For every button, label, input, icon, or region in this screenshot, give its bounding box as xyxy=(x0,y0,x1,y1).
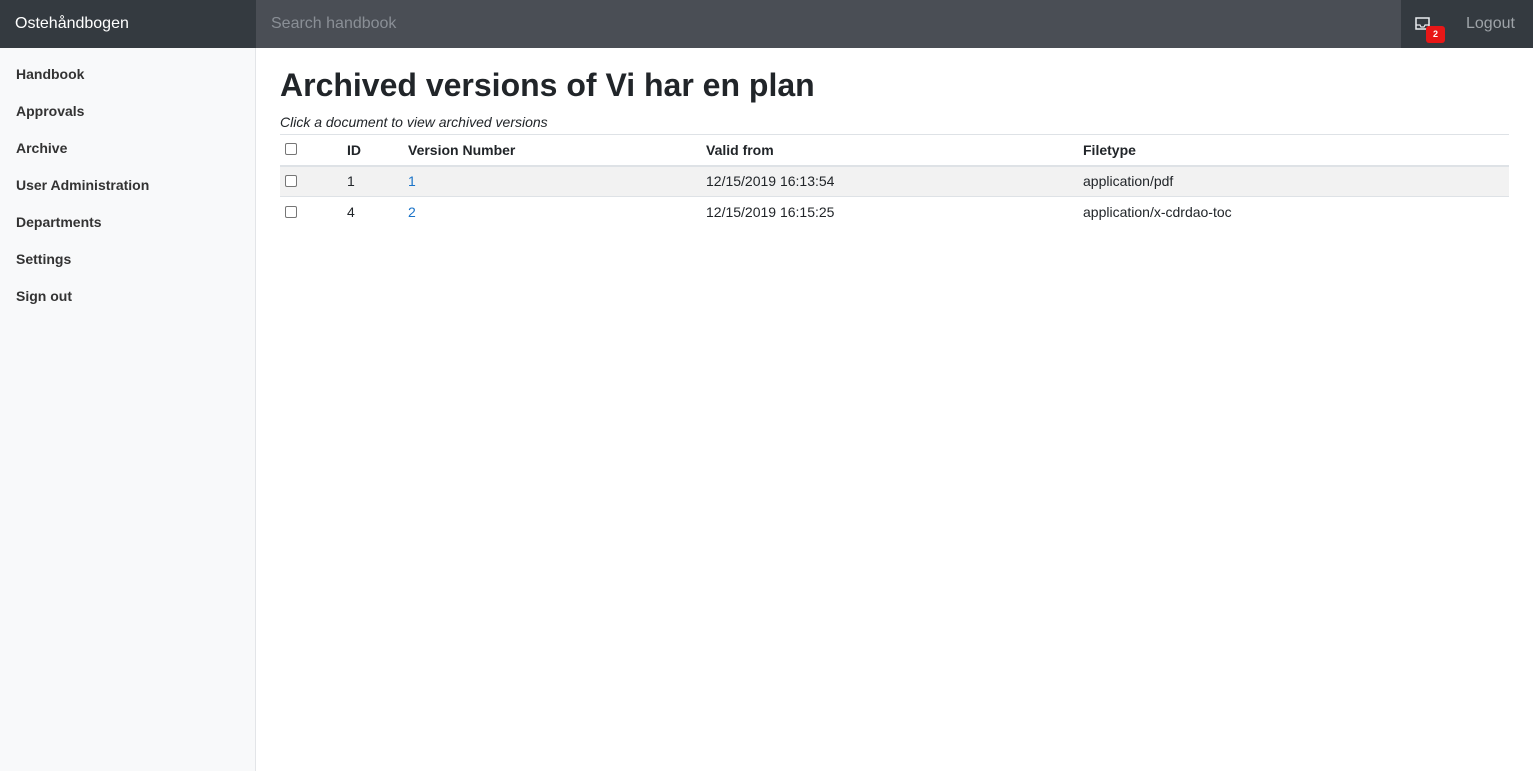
sidebar: Handbook Approvals Archive User Administ… xyxy=(0,48,256,771)
header-id[interactable]: ID xyxy=(347,135,408,166)
row-id: 4 xyxy=(347,204,355,221)
top-right-area: 2 Logout xyxy=(1401,0,1533,48)
header-version-number[interactable]: Version Number xyxy=(408,135,706,166)
logout-link[interactable]: Logout xyxy=(1466,0,1515,48)
brand-name[interactable]: Ostehåndbogen xyxy=(0,0,256,48)
sidebar-item-archive[interactable]: Archive xyxy=(0,130,255,167)
table-row[interactable]: 4 2 12/15/2019 16:15:25 application/x-cd… xyxy=(280,197,1509,228)
sidebar-nav: Handbook Approvals Archive User Administ… xyxy=(0,48,255,315)
version-link[interactable]: 2 xyxy=(408,204,416,220)
select-all-checkbox[interactable] xyxy=(285,143,297,156)
row-checkbox[interactable] xyxy=(285,174,297,187)
top-navbar: Ostehåndbogen 2 Logout xyxy=(0,0,1533,48)
sidebar-item-settings[interactable]: Settings xyxy=(0,241,255,278)
header-filetype[interactable]: Filetype xyxy=(1083,135,1509,166)
row-filetype: application/pdf xyxy=(1083,173,1174,190)
notification-count-badge: 2 xyxy=(1426,26,1445,43)
row-version-cell: 1 xyxy=(408,166,706,197)
search-input[interactable] xyxy=(256,0,1401,48)
header-valid-from[interactable]: Valid from xyxy=(706,135,1083,166)
notifications-button[interactable]: 2 xyxy=(1415,14,1445,43)
row-version-cell: 2 xyxy=(408,197,706,228)
table-header-row: ID Version Number Valid from Filetype xyxy=(280,134,1509,166)
row-valid-from: 12/15/2019 16:15:25 xyxy=(706,204,835,221)
sidebar-item-user-administration[interactable]: User Administration xyxy=(0,167,255,204)
sidebar-item-handbook[interactable]: Handbook xyxy=(0,56,255,93)
page-hint: Click a document to view archived versio… xyxy=(280,114,548,130)
sidebar-item-sign-out[interactable]: Sign out xyxy=(0,278,255,315)
row-select-cell xyxy=(280,166,347,197)
row-checkbox[interactable] xyxy=(285,205,297,218)
row-select-cell xyxy=(280,197,347,228)
version-link[interactable]: 1 xyxy=(408,173,416,189)
row-id: 1 xyxy=(347,173,355,190)
main-content: Archived versions of Vi har en plan Clic… xyxy=(256,48,1533,771)
table-row[interactable]: 1 1 12/15/2019 16:13:54 application/pdf xyxy=(280,165,1509,197)
archived-versions-table: ID Version Number Valid from Filetype 1 … xyxy=(280,134,1509,228)
row-filetype: application/x-cdrdao-toc xyxy=(1083,204,1232,221)
sidebar-item-approvals[interactable]: Approvals xyxy=(0,93,255,130)
sidebar-item-departments[interactable]: Departments xyxy=(0,204,255,241)
select-all-cell xyxy=(280,135,347,166)
row-valid-from: 12/15/2019 16:13:54 xyxy=(706,173,835,190)
page-title: Archived versions of Vi har en plan xyxy=(280,67,815,103)
